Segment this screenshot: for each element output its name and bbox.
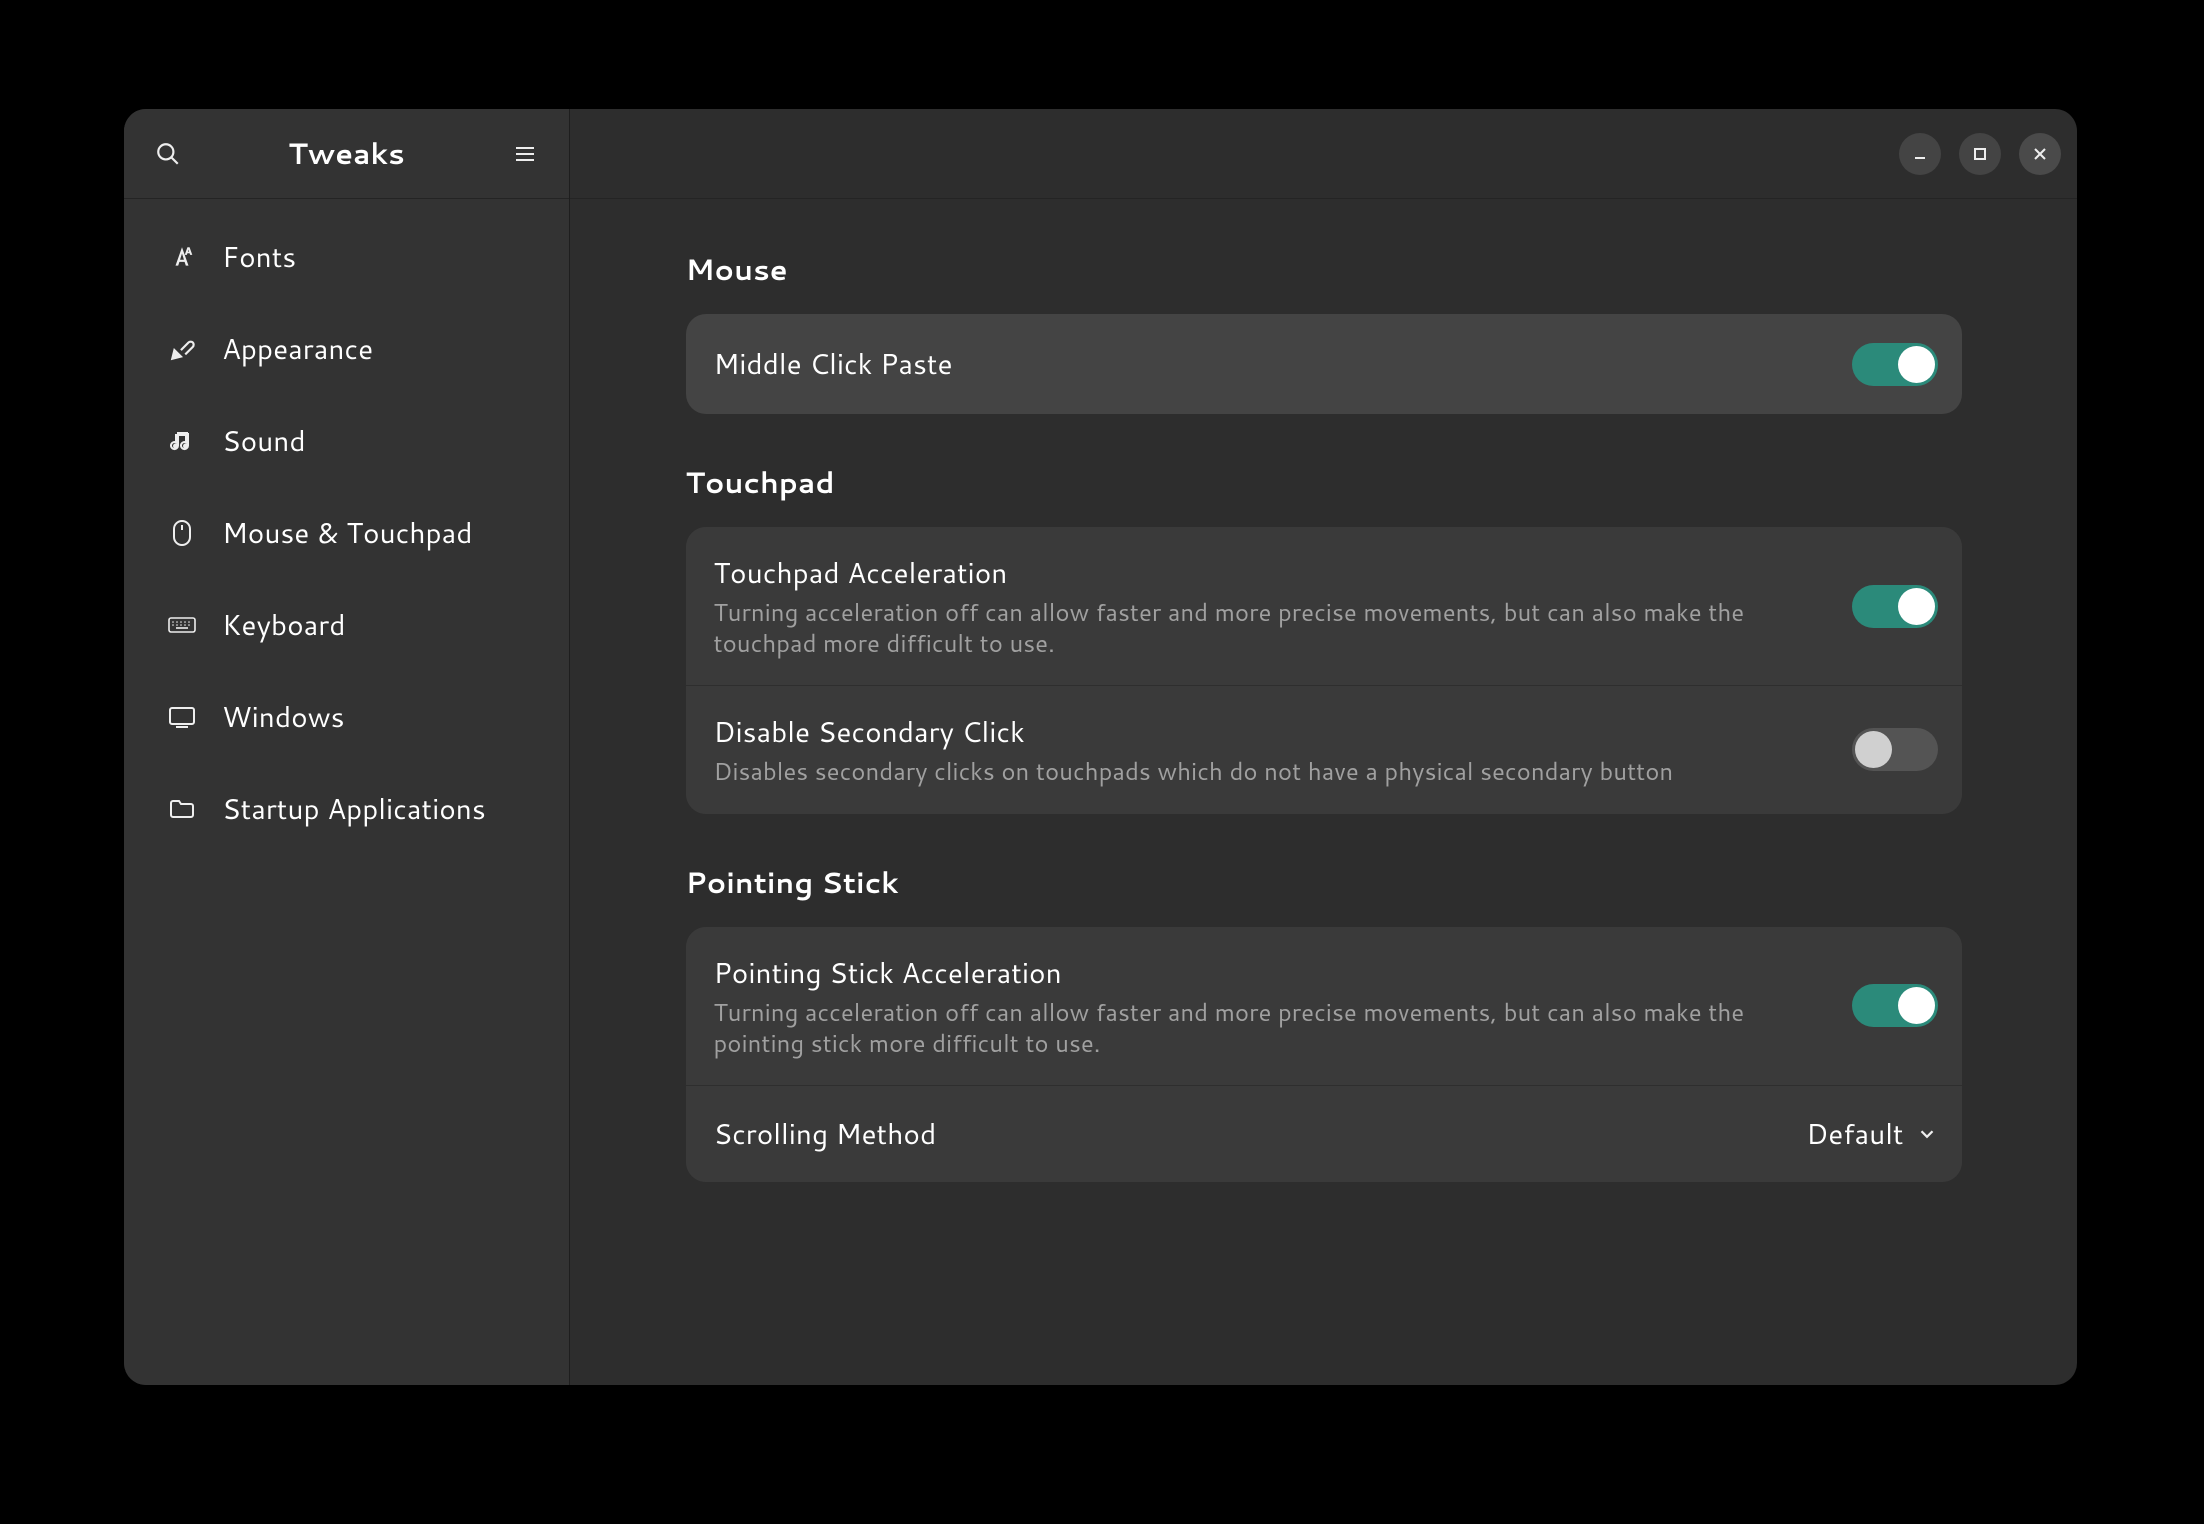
- row-subtitle: Disables secondary clicks on touchpads w…: [714, 756, 1832, 787]
- windows-icon: [168, 705, 196, 729]
- mouse-group: Middle Click Paste: [686, 314, 1962, 414]
- sidebar-item-startup-applications[interactable]: Startup Applications: [124, 763, 569, 855]
- app-title: Tweaks: [188, 133, 505, 174]
- sidebar-item-label: Startup Applications: [222, 789, 486, 829]
- hamburger-icon: [513, 142, 537, 166]
- sidebar-item-label: Sound: [222, 421, 306, 461]
- sidebar-item-label: Appearance: [222, 329, 373, 369]
- fonts-icon: [168, 244, 196, 270]
- touchpad-group: Touchpad Acceleration Turning accelerati…: [686, 527, 1962, 814]
- menu-button[interactable]: [505, 134, 545, 174]
- section-title-pointing-stick: Pointing Stick: [686, 862, 1962, 903]
- row-text: Disable Secondary Click Disables seconda…: [714, 712, 1832, 787]
- minimize-button[interactable]: [1899, 133, 1941, 175]
- dropdown-value-scrolling-method: Default: [1806, 1114, 1903, 1154]
- sidebar-item-label: Keyboard: [222, 605, 345, 645]
- row-disable-secondary-click[interactable]: Disable Secondary Click Disables seconda…: [686, 686, 1962, 813]
- pointing-stick-group: Pointing Stick Acceleration Turning acce…: [686, 927, 1962, 1182]
- row-text: Pointing Stick Acceleration Turning acce…: [714, 953, 1832, 1059]
- maximize-icon: [1973, 147, 1987, 161]
- minimize-icon: [1912, 146, 1928, 162]
- sidebar-item-label: Fonts: [222, 237, 296, 277]
- sidebar-item-label: Mouse & Touchpad: [222, 513, 473, 553]
- close-icon: [2032, 146, 2048, 162]
- content-area: Mouse Middle Click Paste Touchpad Touchp…: [570, 109, 2077, 1385]
- sidebar-item-sound[interactable]: Sound: [124, 395, 569, 487]
- row-text: Scrolling Method: [714, 1114, 1807, 1154]
- sidebar-item-appearance[interactable]: Appearance: [124, 303, 569, 395]
- row-touchpad-acceleration[interactable]: Touchpad Acceleration Turning accelerati…: [686, 527, 1962, 686]
- search-icon: [155, 141, 181, 167]
- sidebar-item-label: Windows: [222, 697, 345, 737]
- sidebar: Tweaks Fonts Appearance: [124, 109, 570, 1385]
- row-title: Disable Secondary Click: [714, 712, 1832, 752]
- switch-middle-click-paste[interactable]: [1852, 343, 1938, 386]
- keyboard-icon: [168, 615, 196, 635]
- main-scroll[interactable]: Mouse Middle Click Paste Touchpad Touchp…: [570, 199, 2077, 1385]
- row-title: Scrolling Method: [714, 1114, 1807, 1154]
- sound-icon: [168, 429, 196, 453]
- tweaks-window: Tweaks Fonts Appearance: [124, 109, 2077, 1385]
- switch-disable-secondary-click[interactable]: [1852, 728, 1938, 771]
- row-title: Middle Click Paste: [714, 344, 1832, 384]
- main-area: Mouse Middle Click Paste Touchpad Touchp…: [686, 199, 1962, 1222]
- sidebar-item-fonts[interactable]: Fonts: [124, 211, 569, 303]
- row-middle-click-paste[interactable]: Middle Click Paste: [686, 314, 1962, 414]
- chevron-down-icon: [1916, 1123, 1938, 1145]
- switch-touchpad-acceleration[interactable]: [1852, 585, 1938, 628]
- maximize-button[interactable]: [1959, 133, 2001, 175]
- mouse-icon: [168, 519, 196, 547]
- close-button[interactable]: [2019, 133, 2061, 175]
- row-title: Pointing Stick Acceleration: [714, 953, 1832, 993]
- section-title-mouse: Mouse: [686, 249, 1962, 290]
- sidebar-nav: Fonts Appearance Sound Mouse & Touchpad: [124, 199, 569, 855]
- row-subtitle: Turning acceleration off can allow faste…: [714, 997, 1832, 1059]
- folder-icon: [168, 798, 196, 820]
- sidebar-item-keyboard[interactable]: Keyboard: [124, 579, 569, 671]
- row-title: Touchpad Acceleration: [714, 553, 1832, 593]
- sidebar-header: Tweaks: [124, 109, 569, 199]
- row-pointing-stick-acceleration[interactable]: Pointing Stick Acceleration Turning acce…: [686, 927, 1962, 1086]
- row-scrolling-method[interactable]: Scrolling Method Default: [686, 1086, 1962, 1182]
- sidebar-item-mouse-touchpad[interactable]: Mouse & Touchpad: [124, 487, 569, 579]
- row-subtitle: Turning acceleration off can allow faste…: [714, 597, 1832, 659]
- sidebar-item-windows[interactable]: Windows: [124, 671, 569, 763]
- row-text: Middle Click Paste: [714, 344, 1832, 384]
- switch-pointing-stick-acceleration[interactable]: [1852, 984, 1938, 1027]
- row-text: Touchpad Acceleration Turning accelerati…: [714, 553, 1832, 659]
- appearance-icon: [168, 336, 196, 362]
- section-title-touchpad: Touchpad: [686, 462, 1962, 503]
- content-header: [570, 109, 2077, 199]
- search-button[interactable]: [148, 134, 188, 174]
